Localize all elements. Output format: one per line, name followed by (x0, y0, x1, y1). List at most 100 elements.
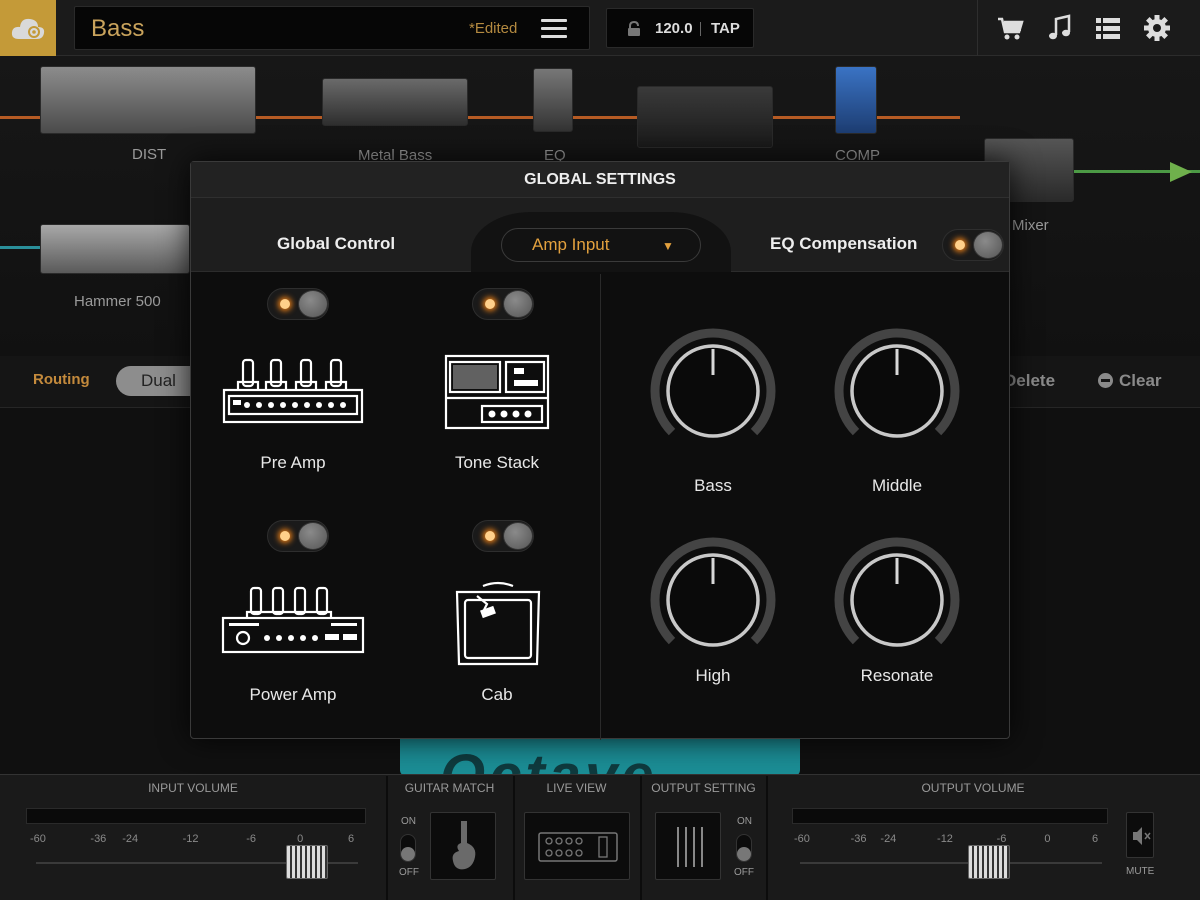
led-icon (280, 531, 290, 541)
preamp-toggle[interactable] (267, 288, 329, 320)
clear-button[interactable]: Clear (1098, 371, 1162, 391)
chain-module-cab[interactable] (637, 86, 773, 148)
volume-tick-label: -6 (996, 833, 1007, 845)
power-amp-toggle[interactable] (267, 520, 329, 552)
preamp-icon (222, 358, 364, 424)
volume-tick-label: -36 (90, 833, 107, 845)
tempo-divider (700, 22, 701, 36)
minus-circle-icon (1098, 373, 1113, 388)
bass-knob-label: Bass (694, 476, 732, 495)
cloud-button[interactable] (0, 0, 56, 56)
menu-icon[interactable] (541, 19, 567, 39)
chain-module-label: Mixer (1012, 217, 1049, 234)
volume-tick-label: 0 (297, 833, 304, 845)
toolbar-divider (977, 0, 978, 56)
mute-label: MUTE (1126, 866, 1155, 877)
speaker-mute-icon (1133, 827, 1151, 845)
input-volume-fader[interactable] (286, 845, 328, 879)
output-setting-title: OUTPUT SETTING (651, 781, 756, 795)
global-settings-dialog: GLOBAL SETTINGS Global Control Amp Input… (190, 161, 1010, 740)
delete-button[interactable]: Delete (1004, 371, 1055, 391)
lock-icon[interactable] (627, 21, 641, 37)
volume-tick-label: 6 (348, 833, 355, 845)
preset-selector[interactable]: Bass *Edited (74, 6, 590, 50)
guitar-match-title: GUITAR MATCH (404, 781, 495, 795)
eq-compensation-toggle[interactable] (942, 229, 1004, 261)
volume-tick-label: -24 (122, 833, 139, 845)
live-view-title: LIVE VIEW (546, 781, 607, 795)
chain-module-metal-bass[interactable] (322, 78, 468, 126)
cab-toggle[interactable] (472, 520, 534, 552)
chain-module-label: Hammer 500 (74, 293, 161, 310)
guitar-match-switch[interactable] (400, 834, 416, 862)
volume-tick-label: -12 (182, 833, 199, 845)
tap-button[interactable]: TAP (711, 20, 740, 37)
chain-module-dist[interactable] (40, 66, 256, 134)
mute-button[interactable] (1126, 812, 1154, 858)
output-eq-icon (677, 827, 703, 867)
dialog-header: Global Control Amp Input ▼ EQ Compensati… (191, 198, 1009, 272)
guitar-match-button[interactable] (430, 812, 496, 880)
chain-module-label: DIST (132, 146, 167, 163)
power-amp-label: Power Amp (249, 685, 337, 704)
dialog-divider (600, 274, 601, 740)
middle-knob-label: Middle (871, 476, 923, 495)
cloud-icon (11, 18, 45, 39)
pedalboard-icon (538, 832, 618, 862)
routing-label: Routing (33, 371, 90, 388)
output-arrow-icon (1170, 162, 1192, 182)
chain-module-eq[interactable] (533, 68, 573, 132)
bass-knob[interactable] (648, 326, 778, 456)
gear-icon[interactable] (1143, 14, 1171, 42)
led-icon (955, 240, 965, 250)
list-icon[interactable] (1094, 14, 1122, 42)
cab-icon (455, 581, 541, 666)
power-amp-icon (221, 586, 365, 654)
top-bar: Bass *Edited 120.0 TAP (0, 0, 1200, 56)
preset-name: Bass (91, 15, 145, 42)
output-level-meter (792, 808, 1108, 824)
volume-tick-label: -60 (30, 833, 46, 845)
led-icon (485, 531, 495, 541)
music-note-icon[interactable] (1045, 14, 1073, 42)
amp-input-dropdown[interactable]: Amp Input ▼ (501, 228, 701, 262)
led-icon (485, 299, 495, 309)
chain-module-hammer-500[interactable] (40, 224, 190, 274)
tone-stack-toggle[interactable] (472, 288, 534, 320)
tempo-value[interactable]: 120.0 (655, 20, 693, 37)
volume-tick-label: 6 (1092, 833, 1099, 845)
led-icon (280, 299, 290, 309)
guitar-icon (452, 821, 476, 870)
volume-tick-label: 0 (1044, 833, 1051, 845)
output-setting-switch[interactable] (736, 834, 752, 862)
signal-cable (0, 246, 44, 249)
volume-tick-label: -36 (850, 833, 867, 845)
edited-indicator: *Edited (469, 20, 518, 37)
high-knob-label: High (695, 666, 731, 685)
cart-icon[interactable] (996, 14, 1024, 42)
clear-label: Clear (1119, 371, 1162, 390)
middle-knob[interactable] (832, 326, 962, 456)
volume-tick-label: -60 (794, 833, 810, 845)
eq-compensation-label: EQ Compensation (770, 234, 918, 253)
input-level-meter (26, 808, 366, 824)
output-volume-fader[interactable] (968, 845, 1010, 879)
chevron-down-icon: ▼ (662, 239, 674, 253)
volume-tick-label: -12 (937, 833, 953, 845)
volume-tick-label: -6 (246, 833, 257, 845)
live-view-button[interactable] (524, 812, 630, 880)
chain-module-comp[interactable] (835, 66, 877, 134)
high-knob[interactable] (648, 535, 778, 665)
output-setting-button[interactable] (655, 812, 721, 880)
tone-stack-label: Tone Stack (454, 453, 540, 472)
resonate-knob[interactable] (832, 535, 962, 665)
output-volume-title: OUTPUT VOLUME (921, 781, 1025, 795)
input-volume-title: INPUT VOLUME (148, 781, 238, 795)
preamp-label: Pre Amp (260, 453, 326, 472)
tempo-control[interactable]: 120.0 TAP (606, 8, 754, 48)
switch-on-label: ON (737, 816, 752, 827)
cab-label: Cab (481, 685, 513, 704)
switch-off-label: OFF (734, 867, 754, 878)
output-fader-track[interactable] (800, 862, 1102, 864)
global-control-label: Global Control (277, 234, 396, 253)
